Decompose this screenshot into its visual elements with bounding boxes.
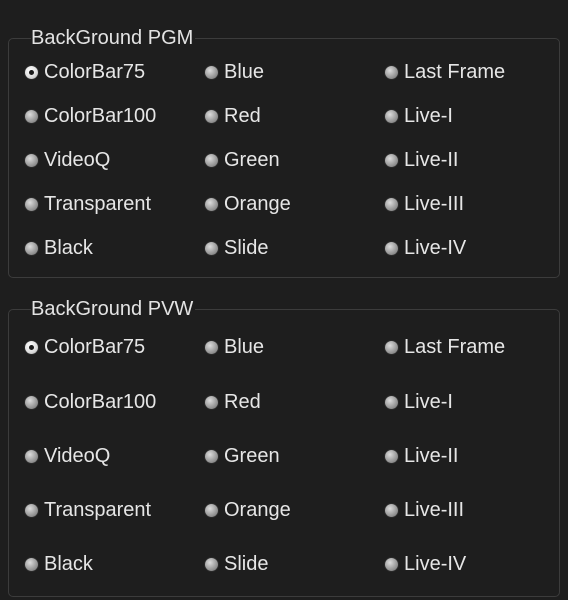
pvw-radio-green[interactable]: Green [205, 441, 280, 471]
pgm-radio-transparent[interactable]: Transparent [25, 189, 151, 219]
radio-unselected-icon [385, 65, 398, 79]
radio-label: Green [224, 149, 280, 171]
radio-label: ColorBar100 [44, 391, 157, 413]
radio-unselected-icon [385, 197, 398, 211]
pgm-radio-live-i[interactable]: Live-I [385, 101, 453, 131]
radio-label: Orange [224, 193, 291, 215]
pvw-radio-videoq[interactable]: VideoQ [25, 441, 110, 471]
radio-label: Last Frame [404, 336, 506, 358]
radio-label: Orange [224, 499, 291, 521]
radio-unselected-icon [385, 109, 398, 123]
pvw-radio-live-ii[interactable]: Live-II [385, 441, 458, 471]
pvw-radio-orange[interactable]: Orange [205, 495, 291, 525]
pvw-radio-last-frame[interactable]: Last Frame [385, 332, 505, 362]
radio-label: VideoQ [44, 445, 111, 467]
radio-unselected-icon [205, 340, 218, 354]
radio-unselected-icon [25, 197, 38, 211]
pgm-radio-black[interactable]: Black [25, 233, 93, 263]
radio-label: Red [224, 105, 261, 127]
radio-unselected-icon [25, 503, 38, 517]
pgm-radio-red[interactable]: Red [205, 101, 261, 131]
pvw-radio-live-iii[interactable]: Live-III [385, 495, 464, 525]
pvw-radio-blue[interactable]: Blue [205, 332, 264, 362]
pgm-radio-live-iii[interactable]: Live-III [385, 189, 464, 219]
radio-unselected-icon [205, 395, 218, 409]
radio-unselected-icon [25, 109, 38, 123]
radio-label: Live-III [404, 499, 465, 521]
pgm-radio-blue[interactable]: Blue [205, 57, 264, 87]
pvw-radio-red[interactable]: Red [205, 387, 261, 417]
pgm-radio-colorbar75[interactable]: ColorBar75 [25, 57, 145, 87]
radio-label: Blue [224, 61, 265, 83]
radio-label: Live-I [404, 105, 453, 127]
radio-unselected-icon [205, 503, 218, 517]
radio-label: Live-IV [404, 237, 467, 259]
pvw-radio-black[interactable]: Black [25, 549, 93, 579]
radio-label: ColorBar100 [44, 105, 157, 127]
background-pgm-title: BackGround PGM [31, 25, 196, 51]
radio-unselected-icon [385, 395, 398, 409]
pvw-radio-live-i[interactable]: Live-I [385, 387, 453, 417]
radio-unselected-icon [25, 449, 38, 463]
pvw-radio-slide[interactable]: Slide [205, 549, 268, 579]
radio-label: Slide [224, 237, 269, 259]
radio-label: Green [224, 445, 280, 467]
radio-label: Red [224, 391, 261, 413]
radio-label: Blue [224, 336, 265, 358]
radio-label: Black [44, 237, 93, 259]
pvw-radio-colorbar100[interactable]: ColorBar100 [25, 387, 156, 417]
radio-label: VideoQ [44, 149, 111, 171]
pgm-radio-last-frame[interactable]: Last Frame [385, 57, 505, 87]
radio-label: Live-II [404, 445, 459, 467]
pgm-radio-live-iv[interactable]: Live-IV [385, 233, 466, 263]
pgm-radio-live-ii[interactable]: Live-II [385, 145, 458, 175]
background-pvw-group: BackGround PVW ColorBar75 ColorBar100 Vi… [8, 296, 560, 597]
radio-label: Transparent [44, 499, 152, 521]
radio-unselected-icon [205, 65, 218, 79]
radio-label: Last Frame [404, 61, 506, 83]
radio-selected-icon [25, 65, 38, 79]
radio-label: Transparent [44, 193, 152, 215]
background-settings-panel: BackGround PGM ColorBar75 ColorBar100 Vi… [0, 0, 568, 600]
radio-unselected-icon [385, 241, 398, 255]
radio-label: Live-I [404, 391, 453, 413]
radio-unselected-icon [205, 241, 218, 255]
radio-label: Live-IV [404, 553, 467, 575]
pgm-radio-videoq[interactable]: VideoQ [25, 145, 110, 175]
pgm-radio-orange[interactable]: Orange [205, 189, 291, 219]
radio-label: Black [44, 553, 93, 575]
pgm-radio-colorbar100[interactable]: ColorBar100 [25, 101, 156, 131]
radio-unselected-icon [205, 197, 218, 211]
radio-unselected-icon [385, 449, 398, 463]
radio-label: ColorBar75 [44, 336, 146, 358]
pvw-radio-colorbar75[interactable]: ColorBar75 [25, 332, 145, 362]
radio-unselected-icon [205, 449, 218, 463]
background-pgm-group: BackGround PGM ColorBar75 ColorBar100 Vi… [8, 25, 560, 278]
pvw-radio-live-iv[interactable]: Live-IV [385, 549, 466, 579]
radio-unselected-icon [385, 340, 398, 354]
radio-unselected-icon [25, 153, 38, 167]
radio-unselected-icon [205, 557, 218, 571]
radio-unselected-icon [205, 153, 218, 167]
radio-unselected-icon [25, 557, 38, 571]
radio-unselected-icon [385, 557, 398, 571]
background-pvw-title: BackGround PVW [31, 296, 196, 322]
radio-label: Slide [224, 553, 269, 575]
pgm-radio-green[interactable]: Green [205, 145, 280, 175]
radio-label: Live-II [404, 149, 459, 171]
radio-unselected-icon [385, 503, 398, 517]
radio-unselected-icon [25, 395, 38, 409]
pgm-radio-slide[interactable]: Slide [205, 233, 268, 263]
radio-unselected-icon [25, 241, 38, 255]
radio-label: ColorBar75 [44, 61, 146, 83]
radio-selected-icon [25, 340, 38, 354]
pvw-radio-transparent[interactable]: Transparent [25, 495, 151, 525]
radio-label: Live-III [404, 193, 465, 215]
radio-unselected-icon [385, 153, 398, 167]
radio-unselected-icon [205, 109, 218, 123]
